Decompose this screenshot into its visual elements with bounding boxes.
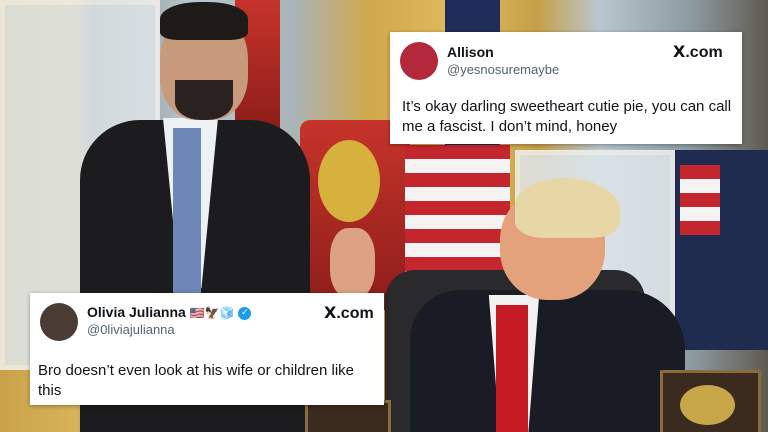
tweet-author-name[interactable]: Allison — [447, 44, 494, 60]
tweet-author-name[interactable]: Olivia Julianna — [87, 304, 186, 320]
flag-seal-icon — [318, 140, 380, 222]
tweet-author-name-row[interactable]: Olivia Julianna 🇺🇸🦅🧊 ✓ — [87, 304, 252, 320]
presidential-flag-stripes — [680, 165, 720, 235]
x-domain: .com — [336, 305, 374, 322]
raised-hand — [330, 228, 375, 298]
x-com-logo: X.com — [324, 303, 374, 323]
name-emojis: 🇺🇸🦅🧊 — [189, 306, 235, 320]
x-domain: .com — [685, 44, 723, 61]
avatar[interactable] — [40, 303, 78, 341]
verified-badge-icon: ✓ — [238, 306, 252, 320]
avatar[interactable] — [400, 42, 438, 80]
tweet-text: Bro doesn’t even look at his wife or chi… — [38, 362, 354, 399]
standing-man-beard — [175, 80, 233, 120]
red-tie — [496, 305, 528, 432]
standing-man-hair — [160, 2, 248, 40]
x-logo-icon: X — [324, 303, 337, 322]
tweet-text: It’s okay darling sweetheart cutie pie, … — [402, 98, 732, 135]
seated-man-suit — [410, 290, 685, 432]
x-com-logo: X.com — [673, 42, 723, 62]
tweet-card-olivia[interactable]: Olivia Julianna 🇺🇸🦅🧊 ✓ @0liviajulianna X… — [30, 293, 384, 405]
x-logo-icon: X — [673, 42, 686, 61]
tweet-author-handle[interactable]: @yesnosuremaybe — [447, 62, 559, 77]
tweet-card-allison[interactable]: Allison @yesnosuremaybe X.com It’s okay … — [390, 32, 742, 144]
gold-medal — [680, 385, 735, 425]
tweet-author-handle[interactable]: @0liviajulianna — [87, 322, 175, 337]
blue-tie — [173, 128, 201, 293]
